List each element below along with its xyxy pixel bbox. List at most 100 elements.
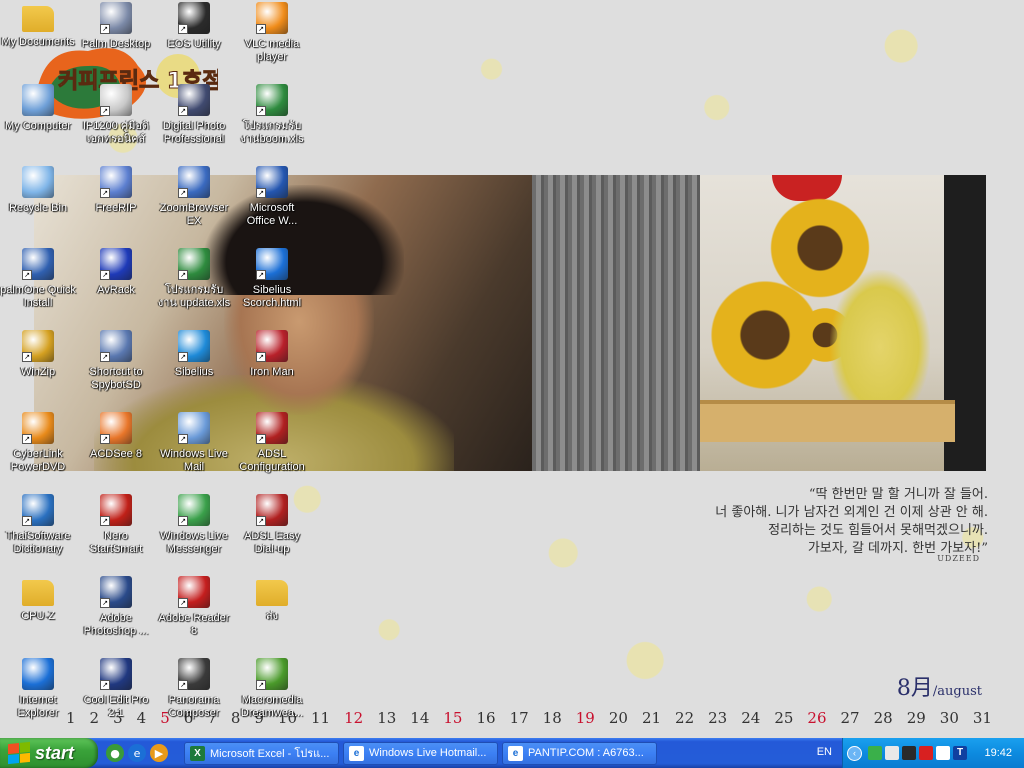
- antivirus-icon[interactable]: [919, 746, 933, 760]
- adobe-reader-icon: ↗: [178, 576, 210, 608]
- desktop-icon[interactable]: ↗ VLC media player: [233, 0, 311, 80]
- desktop-icon-label: CyberLink PowerDVD: [10, 448, 66, 473]
- task-excel[interactable]: X Microsoft Excel - โปรแ...: [184, 741, 339, 765]
- clock[interactable]: 19:42: [984, 747, 1012, 759]
- desktop-icon[interactable]: ↗ Macromedia Dreamwea...: [233, 656, 311, 736]
- desktop-icon[interactable]: ↗ Adobe Reader 8: [155, 574, 233, 654]
- calendar-day: 12: [344, 709, 364, 727]
- desktop-icon[interactable]: ↗ โปรแกรมรับ งานboom.xls: [233, 82, 311, 162]
- desktop-icon-label: Macromedia Dreamwea...: [240, 694, 304, 719]
- shortcut-arrow-icon: ↗: [256, 680, 266, 690]
- desktop-icon-label: Recycle Bin: [8, 202, 68, 214]
- zoombrowser-icon: ↗: [178, 166, 210, 198]
- volume-icon[interactable]: [936, 746, 950, 760]
- safely-remove-icon[interactable]: [885, 746, 899, 760]
- calendar-day: 14: [410, 709, 430, 727]
- shortcut-arrow-icon: ↗: [256, 352, 266, 362]
- desktop-icon[interactable]: ↗ Microsoft Office W...: [233, 164, 311, 244]
- desktop-icon[interactable]: ↗ palmOne Quick Install: [0, 246, 77, 326]
- desktop-icon-label: Adobe Photoshop ...: [83, 612, 149, 637]
- desktop-icon-label: Windows Live Mail: [160, 448, 228, 473]
- desktop-icon[interactable]: ↗ IP1200 คู่มือดิ เอกทรอนิคส์: [77, 82, 155, 162]
- excel-icon: X: [190, 745, 205, 761]
- desktop-icon[interactable]: ↗ ADSL Easy Dial-up: [233, 492, 311, 572]
- quote-signature: UDZEED: [937, 554, 980, 563]
- desktop-icon[interactable]: ↗ Sibelius: [155, 328, 233, 408]
- desktop-icon[interactable]: ↗ Palm Desktop: [77, 0, 155, 80]
- ie-html-icon: ↗: [256, 248, 288, 280]
- desktop-icon[interactable]: My Documents: [0, 0, 77, 80]
- task-hotmail[interactable]: e Windows Live Hotmail...: [343, 741, 498, 765]
- media-player-icon[interactable]: ▶: [150, 744, 168, 762]
- desktop-icon[interactable]: ↗ ZoomBrowser EX: [155, 164, 233, 244]
- calendar-day: 23: [708, 709, 728, 727]
- t-app-icon[interactable]: T: [953, 746, 967, 760]
- internet-explorer-icon[interactable]: e: [128, 744, 146, 762]
- computer-icon: [22, 84, 54, 116]
- shortcut-arrow-icon: ↗: [100, 352, 110, 362]
- desktop-icon[interactable]: ↗ โปรแกรมรับงาน update.xls: [155, 246, 233, 326]
- desktop-icon[interactable]: Internet Explorer: [0, 656, 77, 736]
- desktop-icon-label: Panorama Composer: [168, 694, 220, 719]
- desktop-icon-label: ADSL Configuration: [239, 448, 305, 473]
- recycle-bin-icon: [22, 166, 54, 198]
- desktop-icon[interactable]: ↗ Adobe Photoshop ...: [77, 574, 155, 654]
- desktop-icon-label: Internet Explorer: [17, 694, 59, 719]
- desktop-icon-label: FreeRIP: [95, 202, 137, 214]
- task-label: PANTIP.COM : A6763...: [528, 747, 644, 759]
- desktop-icon[interactable]: ↗ Cool Edit Pro 2.1: [77, 656, 155, 736]
- desktop-icon[interactable]: My Computer: [0, 82, 77, 162]
- desktop-icon[interactable]: ↗ FreeRIP: [77, 164, 155, 244]
- desktop-icon[interactable]: ↗ Sibelius Scorch.html: [233, 246, 311, 326]
- desktop-icon[interactable]: ↗ Digital Photo Professional: [155, 82, 233, 162]
- excel-file-icon: ↗: [178, 248, 210, 280]
- shortcut-arrow-icon: ↗: [178, 24, 188, 34]
- shortcut-arrow-icon: ↗: [22, 434, 32, 444]
- desktop-icon[interactable]: ↗ WinZip: [0, 328, 77, 408]
- desktop-icon[interactable]: ↗ EOS Utility: [155, 0, 233, 80]
- system-tray: ‹ T 19:42: [842, 738, 1024, 768]
- desktop-icon[interactable]: ↗ Iron Man: [233, 328, 311, 408]
- start-button[interactable]: start: [0, 738, 98, 768]
- desktop-icon-label: Sibelius Scorch.html: [242, 284, 302, 309]
- winzip-icon: ↗: [22, 330, 54, 362]
- desktop-icon[interactable]: ↗ ADSL Configuration: [233, 410, 311, 490]
- task-pantip[interactable]: e PANTIP.COM : A6763...: [502, 741, 657, 765]
- language-indicator[interactable]: EN: [817, 746, 832, 758]
- shortcut-arrow-icon: ↗: [178, 434, 188, 444]
- desktop-icon[interactable]: CPU-Z: [0, 574, 77, 654]
- internet-explorer-icon: [22, 658, 54, 690]
- network-icon[interactable]: [902, 746, 916, 760]
- shortcut-arrow-icon: ↗: [178, 516, 188, 526]
- desktop-icon[interactable]: ↗ ACDSee 8: [77, 410, 155, 490]
- shortcut-arrow-icon: ↗: [178, 106, 188, 116]
- folder-icon: [256, 580, 288, 606]
- messenger-tray-icon[interactable]: [868, 746, 882, 760]
- palm-install-icon: ↗: [22, 248, 54, 280]
- cool-edit-icon: ↗: [100, 658, 132, 690]
- taskbar: start ● e ▶ X Microsoft Excel - โปรแ... …: [0, 738, 1024, 768]
- desktop-icon[interactable]: ↗ Panorama Composer: [155, 656, 233, 736]
- desktop-icon[interactable]: ↗ Windows Live Messenger: [155, 492, 233, 572]
- desktop-icon[interactable]: ↗ AvRack: [77, 246, 155, 326]
- desktop-icon-label: Cool Edit Pro 2.1: [83, 694, 149, 719]
- calendar-day: 20: [608, 709, 628, 727]
- desktop-icon[interactable]: ↗ Nero StartSmart: [77, 492, 155, 572]
- desktop-icon[interactable]: ↗ ThaiSoftware Dictionary: [0, 492, 77, 572]
- desktop-icon[interactable]: ↗ CyberLink PowerDVD: [0, 410, 77, 490]
- desktop-icon[interactable]: ↗ Windows Live Mail: [155, 410, 233, 490]
- desktop-icon-label: Windows Live Messenger: [160, 530, 228, 555]
- chevron-left-icon[interactable]: ‹: [847, 745, 862, 761]
- desktop-icon[interactable]: Recycle Bin: [0, 164, 77, 244]
- desktop-icon-label: My Documents: [1, 36, 75, 48]
- month-name: /august: [932, 684, 982, 699]
- desktop-icon[interactable]: ส่ง: [233, 574, 311, 654]
- calendar-day: 26: [807, 709, 827, 727]
- desktop-icon[interactable]: ↗ Shortcut to SpybotSD: [77, 328, 155, 408]
- msn-icon[interactable]: ●: [106, 744, 124, 762]
- desktop-icon-label: VLC media player: [244, 38, 300, 63]
- desktop-icon-label: EOS Utility: [167, 38, 221, 50]
- calendar-day: 13: [377, 709, 397, 727]
- month-number: 8月: [896, 676, 933, 701]
- desktop-icon-label: Sibelius: [174, 366, 214, 378]
